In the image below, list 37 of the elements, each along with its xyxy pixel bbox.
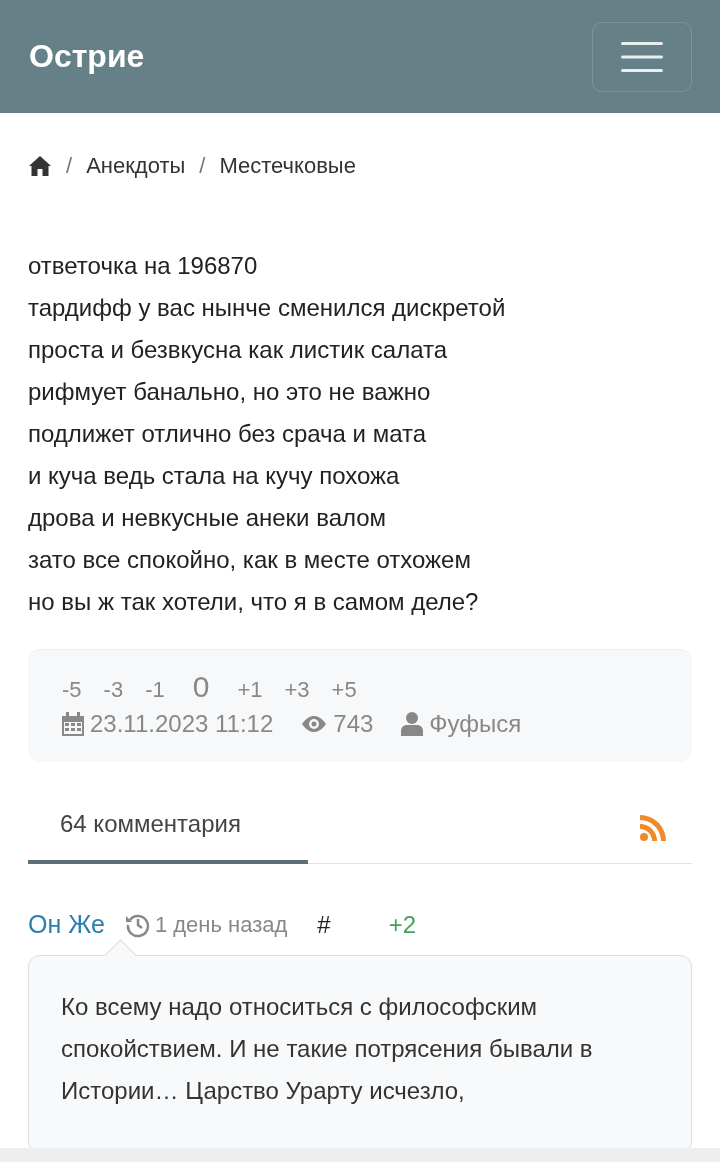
joke-line: но вы ж так хотели, что я в самом деле? [28, 587, 480, 617]
view-count: 743 [333, 710, 374, 738]
eye-icon [301, 716, 328, 732]
home-icon[interactable] [28, 155, 52, 177]
joke-line: и куча ведь стала на кучу похожа [28, 461, 401, 491]
vote-option[interactable]: -5 [62, 677, 82, 703]
comment-score: +2 [388, 910, 417, 939]
vote-option[interactable]: +3 [284, 677, 310, 703]
joke-line: подлижет отлично без срача и мата [28, 419, 428, 449]
user-icon [401, 712, 424, 736]
vote-option[interactable]: +1 [237, 677, 263, 703]
vote-option[interactable]: -1 [145, 677, 165, 703]
joke-line: зато все спокойно, как в месте отхожем [28, 545, 472, 575]
comment-author[interactable]: Он Же [28, 910, 105, 939]
post-date: 23.11.2023 11:12 [90, 710, 274, 738]
comments-tab[interactable]: 64 комментария [28, 806, 308, 864]
breadcrumb-link[interactable]: Анекдоты [86, 153, 186, 179]
joke-line: проста и безвкусна как листик салата [28, 335, 449, 365]
breadcrumb-separator: / [199, 153, 206, 179]
vote-option[interactable]: +5 [331, 677, 357, 703]
site-title[interactable]: Острие [29, 38, 145, 75]
calendar-icon [62, 712, 84, 736]
rating-score: 0 [191, 670, 211, 704]
rss-icon[interactable] [640, 814, 666, 841]
menu-button[interactable] [592, 21, 692, 92]
comment-permalink[interactable]: # [317, 910, 331, 939]
comment-time: 1 день назад [154, 911, 288, 938]
joke-line: дрова и невкусные анеки валом [28, 503, 388, 533]
breadcrumb-separator: / [66, 153, 73, 179]
joke-line: ответочка на 196870 [28, 251, 259, 281]
comment-text: Ко всему надо относиться с философским спокойствием. И не такие потрясения бывали в Истории… Царство Урарту исчезло, [61, 992, 594, 1106]
menu-icon [621, 40, 663, 73]
joke-line: рифмует банально, но это не важно [28, 377, 432, 407]
joke-line: тардифф у вас нынче сменился дискретой [28, 293, 507, 323]
post-author[interactable]: Фуфыся [429, 710, 522, 738]
breadcrumb-link[interactable]: Местечковые [219, 153, 356, 179]
vote-option[interactable]: -3 [103, 677, 124, 703]
